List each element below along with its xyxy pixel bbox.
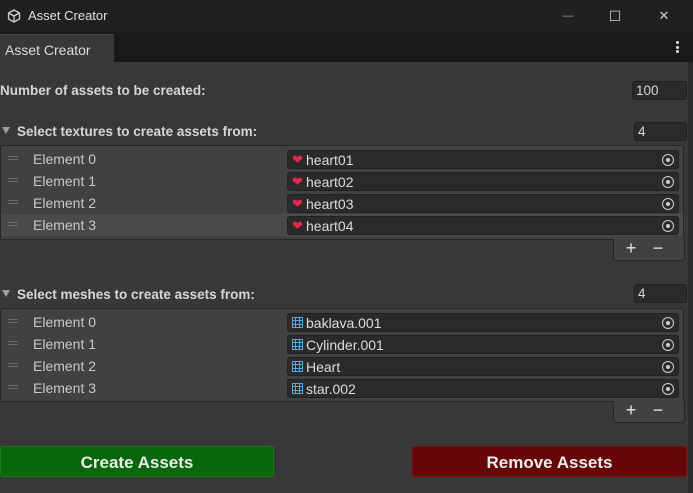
maximize-button[interactable]: ☐ — [592, 0, 638, 32]
remove-assets-button[interactable]: Remove Assets — [412, 446, 687, 477]
element-label: Element 3 — [33, 217, 97, 233]
textures-header[interactable]: Select textures to create assets from: — [17, 124, 257, 139]
drag-handle-icon[interactable] — [8, 319, 18, 323]
heart-texture-icon: ❤ — [292, 218, 303, 233]
object-picker-icon[interactable] — [662, 361, 674, 373]
mesh-name: Heart — [306, 359, 341, 375]
window-title: Asset Creator — [28, 8, 108, 23]
drag-handle-icon[interactable] — [8, 385, 18, 389]
tab-asset-creator[interactable]: Asset Creator — [0, 34, 114, 62]
kebab-menu-icon[interactable] — [671, 39, 683, 55]
textures-remove-button[interactable]: − — [646, 237, 670, 259]
textures-list-footer: + − — [613, 237, 685, 261]
list-item[interactable]: Element 2 Heart — [1, 355, 683, 377]
window-titlebar: Asset Creator — ☐ ✕ — [0, 0, 693, 32]
mesh-grid-icon — [292, 317, 303, 328]
object-picker-icon[interactable] — [662, 383, 674, 395]
mesh-name: star.002 — [306, 381, 356, 397]
drag-handle-icon[interactable] — [8, 178, 18, 182]
list-item[interactable]: Element 0 baklava.001 — [1, 311, 683, 333]
element-label: Element 0 — [33, 314, 97, 330]
texture-object-field[interactable]: ❤ heart03 — [287, 194, 679, 213]
meshes-foldout-arrow-icon[interactable] — [2, 290, 10, 297]
texture-name: heart03 — [306, 196, 354, 212]
drag-handle-icon[interactable] — [8, 156, 18, 160]
element-label: Element 2 — [33, 358, 97, 374]
texture-name: heart04 — [306, 218, 354, 234]
meshes-remove-button[interactable]: − — [646, 399, 670, 421]
drag-handle-icon[interactable] — [8, 222, 18, 226]
heart-texture-icon: ❤ — [292, 152, 303, 167]
textures-size-input[interactable]: 4 — [634, 122, 687, 141]
minimize-icon: — — [562, 10, 574, 22]
list-item[interactable]: Element 0 ❤ heart01 — [1, 148, 683, 170]
textures-list: Element 0 ❤ heart01 Element 1 ❤ heart02 … — [0, 145, 684, 240]
unity-cube-icon — [7, 9, 21, 23]
object-picker-icon[interactable] — [662, 317, 674, 329]
mesh-object-field[interactable]: baklava.001 — [287, 313, 679, 332]
list-item[interactable]: Element 1 ❤ heart02 — [1, 170, 683, 192]
asset-count-input[interactable]: 100 — [632, 81, 687, 100]
meshes-header[interactable]: Select meshes to create assets from: — [17, 287, 255, 302]
textures-foldout-arrow-icon[interactable] — [2, 127, 10, 134]
mesh-grid-icon — [292, 339, 303, 350]
mesh-object-field[interactable]: Cylinder.001 — [287, 335, 679, 354]
texture-object-field[interactable]: ❤ heart04 — [287, 216, 679, 235]
mesh-grid-icon — [292, 383, 303, 394]
mesh-object-field[interactable]: star.002 — [287, 379, 679, 398]
heart-texture-icon: ❤ — [292, 174, 303, 189]
texture-name: heart02 — [306, 174, 354, 190]
drag-handle-icon[interactable] — [8, 363, 18, 367]
object-picker-icon[interactable] — [662, 176, 674, 188]
heart-texture-icon: ❤ — [292, 196, 303, 211]
mesh-name: Cylinder.001 — [306, 337, 384, 353]
meshes-list: Element 0 baklava.001 Element 1 Cylinder… — [0, 308, 684, 402]
list-item[interactable]: Element 1 Cylinder.001 — [1, 333, 683, 355]
create-assets-button[interactable]: Create Assets — [0, 446, 274, 477]
list-item[interactable]: Element 2 ❤ heart03 — [1, 192, 683, 214]
object-picker-icon[interactable] — [662, 198, 674, 210]
list-item[interactable]: Element 3 ❤ heart04 — [1, 214, 683, 236]
maximize-icon: ☐ — [608, 7, 622, 24]
editor-tabbar: Asset Creator — [0, 32, 693, 62]
close-button[interactable]: ✕ — [641, 0, 687, 32]
meshes-add-button[interactable]: + — [619, 399, 643, 421]
meshes-list-footer: + − — [613, 399, 685, 423]
meshes-size-input[interactable]: 4 — [634, 284, 687, 303]
close-icon: ✕ — [658, 8, 670, 23]
list-item[interactable]: Element 3 star.002 — [1, 377, 683, 399]
element-label: Element 1 — [33, 173, 97, 189]
element-label: Element 1 — [33, 336, 97, 352]
window-edge — [688, 62, 693, 493]
drag-handle-icon[interactable] — [8, 341, 18, 345]
object-picker-icon[interactable] — [662, 339, 674, 351]
drag-handle-icon[interactable] — [8, 200, 18, 204]
element-label: Element 3 — [33, 380, 97, 396]
mesh-name: baklava.001 — [306, 315, 382, 331]
asset-count-label: Number of assets to be created: — [0, 83, 206, 98]
element-label: Element 2 — [33, 195, 97, 211]
minimize-button[interactable]: — — [545, 0, 591, 32]
element-label: Element 0 — [33, 151, 97, 167]
object-picker-icon[interactable] — [662, 154, 674, 166]
mesh-grid-icon — [292, 361, 303, 372]
texture-object-field[interactable]: ❤ heart02 — [287, 172, 679, 191]
texture-name: heart01 — [306, 152, 354, 168]
textures-add-button[interactable]: + — [619, 237, 643, 259]
texture-object-field[interactable]: ❤ heart01 — [287, 150, 679, 169]
object-picker-icon[interactable] — [662, 220, 674, 232]
mesh-object-field[interactable]: Heart — [287, 357, 679, 376]
